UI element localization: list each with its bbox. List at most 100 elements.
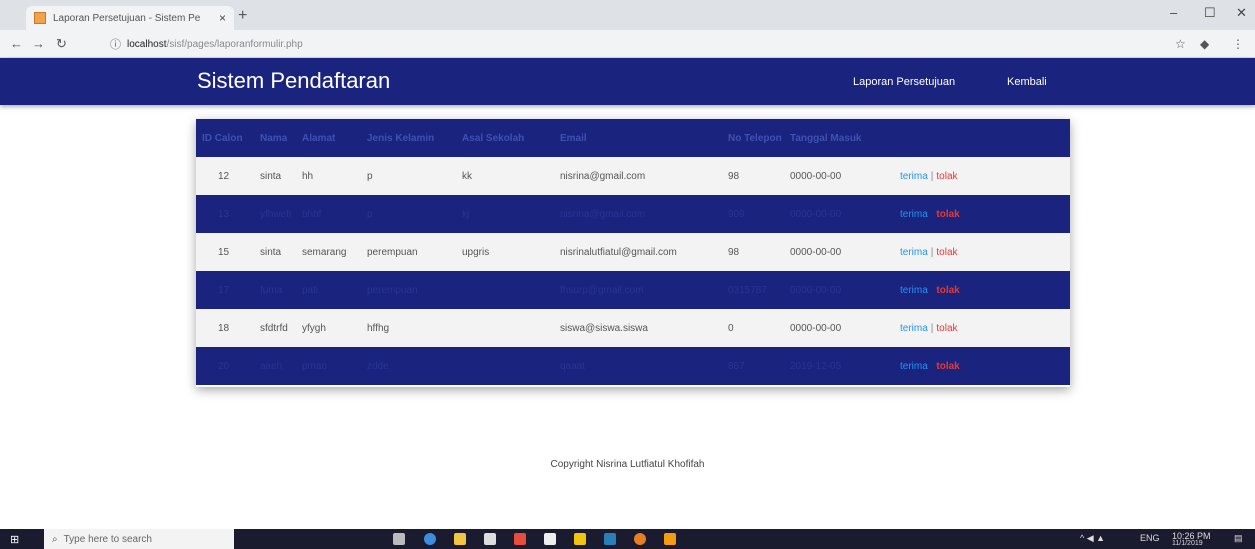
accept-link[interactable]: terima [900,209,928,220]
accept-link[interactable]: terima [900,323,928,334]
cell-tgl: 0000-00-00 [790,208,842,220]
accept-link[interactable]: terima [900,285,928,296]
accept-link[interactable]: terima [900,361,928,372]
cell-nama: sinta [260,170,282,182]
task-view-icon[interactable] [393,533,405,545]
column-header [894,119,1070,157]
favicon-icon [34,12,46,24]
tray-icons[interactable]: ^ ◀ ▲ [1080,533,1105,544]
cell-id: 15 [218,246,230,258]
accept-link[interactable]: terima [900,171,928,182]
forward-icon[interactable]: → [32,36,45,51]
reject-link[interactable]: tolak [936,323,957,334]
accept-link[interactable]: terima [900,247,928,258]
column-header: Tanggal Masuk [790,132,862,144]
close-tab-icon[interactable]: × [219,11,226,25]
chrome-icon[interactable] [634,533,646,545]
column-header: Alamat [302,132,336,144]
windows-start-icon[interactable]: ⊞ [10,533,19,546]
close-window-button[interactable]: ✕ [1236,5,1247,21]
new-tab-button[interactable]: + [238,7,247,25]
cell-actions: terima | tolak [894,233,1070,271]
app-brand[interactable]: Sistem Pendaftaran [197,68,390,94]
menu-icon[interactable]: ⋮ [1232,37,1244,51]
reject-link[interactable]: tolak [936,361,959,372]
maximize-button[interactable]: ☐ [1204,5,1216,21]
cell-email: fhsurp@gmail.com [560,284,644,296]
address-bar: ← → ↻ ⓘ localhost /sisf/pages/laporanfor… [0,30,1255,58]
reject-link[interactable]: tolak [936,247,957,258]
xampp-icon[interactable] [664,533,676,545]
cell-alamat: yfygh [302,322,326,334]
windows-taskbar: ⊞ ⌕ Type here to search ^ ◀ ▲ ENG 10:26 … [0,529,1255,549]
cell-jk: p [367,170,373,182]
cell-alamat: pati [302,284,319,296]
reject-link[interactable]: tolak [936,209,959,220]
file-explorer-icon[interactable] [454,533,466,545]
cell-telp: 867 [728,360,745,372]
cell-telp: 98 [728,170,740,182]
cell-actions: terima | tolak [894,195,1070,233]
action-separator: | [930,170,934,182]
table-row: 13 yfhwefr bhhf p kj nisrina@gmail.com 909 0000… [196,195,1070,233]
cell-tgl: 0000-00-00 [790,322,842,334]
extension-icon[interactable]: ◆ [1200,37,1209,51]
store-icon[interactable] [484,533,496,545]
cell-jk: hffhg [367,322,390,334]
clock-date[interactable]: 11/1/2019 [1172,540,1203,547]
cell-jk: perempuan [367,246,418,258]
search-icon: ⌕ [52,533,58,545]
back-icon[interactable]: ← [10,36,23,51]
taskbar-search[interactable]: ⌕ Type here to search [44,529,234,549]
cell-id: 13 [218,208,230,220]
cell-nama: aaeh [260,360,283,372]
nav-laporan-persetujuan[interactable]: Laporan Persetujuan [853,76,955,88]
browser-tab-strip: Laporan Persetujuan - Sistem Pe × + – ☐ … [0,0,1255,30]
report-table-card: ID Calon Nama Alamat Jenis Kelamin Asal Seko… [196,119,1070,387]
cell-asal: kj [462,208,470,220]
cell-telp: 909 [728,208,745,220]
table-body: 12 sinta hh p kk nisrina@gmail.com 98 0000-00-0… [196,157,1070,385]
sublime-icon[interactable] [574,533,586,545]
reject-link[interactable]: tolak [936,171,957,182]
notification-icon[interactable]: ▤ [1234,533,1243,544]
reject-link[interactable]: tolak [936,285,959,296]
url-field[interactable]: ⓘ localhost /sisf/pages/laporanformulir.… [110,35,430,53]
cell-tgl: 0000-00-00 [790,284,842,296]
cell-asal [456,309,554,347]
table-row: 20 aaeh pmao zdde qaaat 867 2019-12-05 terima | t… [196,347,1070,385]
site-info-icon[interactable]: ⓘ [110,36,121,52]
cell-jk: perempuan [367,284,418,296]
browser-tab[interactable]: Laporan Persetujuan - Sistem Pe × [26,6,234,30]
vscode-icon[interactable] [604,533,616,545]
column-header: Jenis Kelamin [367,132,435,144]
app-header: Sistem Pendaftaran Laporan Persetujuan K… [0,58,1255,105]
cell-email: siswa@siswa.siswa [560,322,648,334]
minimize-button[interactable]: – [1170,5,1177,20]
action-separator: | [930,322,934,334]
bookmark-star-icon[interactable]: ☆ [1175,37,1186,51]
url-host: localhost [127,38,167,50]
cell-id: 12 [218,170,230,182]
cell-jk: p [367,208,373,220]
cell-id: 17 [218,284,230,296]
language-indicator[interactable]: ENG [1140,533,1160,543]
mail-icon[interactable] [544,533,556,545]
cell-tgl: 0000-00-00 [790,170,842,182]
cell-nama: sfdtrfd [260,322,288,334]
table-row: 17 fuma pati perempuan fhsurp@gmail.com 03157… [196,271,1070,309]
cell-email: qaaat [560,360,586,372]
cell-asal: upgris [462,246,490,258]
column-header: Nama [260,132,288,144]
table-row: 18 sfdtrfd yfygh hffhg siswa@siswa.siswa 0 000… [196,309,1070,347]
edge-icon[interactable] [424,533,436,545]
cell-asal [456,347,554,385]
nav-kembali[interactable]: Kembali [1007,76,1047,88]
action-separator: | [930,246,934,258]
reload-icon[interactable]: ↻ [56,36,67,52]
cell-tgl: 0000-00-00 [790,246,842,258]
cell-actions: terima | tolak [894,309,1070,347]
action-separator: | [930,360,934,372]
cell-asal [456,271,554,309]
app-icon[interactable] [514,533,526,545]
